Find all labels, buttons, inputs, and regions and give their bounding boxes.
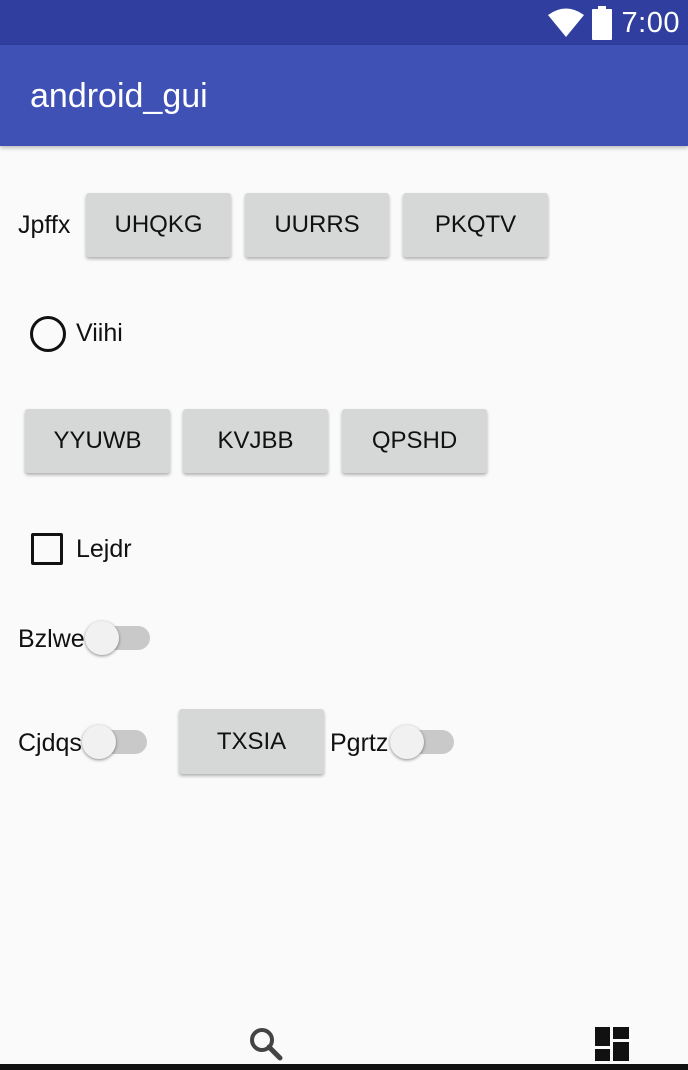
button-txsia[interactable]: TXSIA: [179, 709, 324, 774]
status-bar: 7:00: [0, 0, 688, 45]
button-uurrs[interactable]: UURRS: [245, 193, 389, 257]
switch-label-pgrtz: Pgrtz: [330, 729, 389, 757]
button-uhqkg[interactable]: UHQKG: [86, 193, 231, 257]
button-kvjbb[interactable]: KVJBB: [183, 409, 328, 473]
checkbox-box[interactable]: [31, 533, 63, 565]
wifi-icon: [547, 8, 584, 38]
nav-divider: [0, 1064, 688, 1070]
status-icons: 7:00: [547, 6, 680, 40]
bottom-nav: [0, 1000, 688, 1070]
switch-thumb[interactable]: [390, 725, 424, 759]
checkbox-label: Lejdr: [76, 535, 132, 563]
app-bar: android_gui: [0, 45, 688, 146]
app-title: android_gui: [30, 77, 208, 115]
switch-label-cjdqs: Cjdqs: [18, 729, 82, 757]
button-qpshd[interactable]: QPSHD: [342, 409, 487, 473]
switch-thumb[interactable]: [85, 621, 119, 655]
label-jpffx: Jpffx: [18, 211, 71, 239]
status-time: 7:00: [621, 6, 680, 39]
switch-thumb[interactable]: [82, 725, 116, 759]
switch-label-bzlwe: Bzlwe: [18, 625, 85, 653]
radio-label: Viihi: [76, 319, 123, 347]
dashboard-icon[interactable]: [595, 1027, 629, 1066]
button-yyuwb[interactable]: YYUWB: [25, 409, 170, 473]
search-icon[interactable]: [248, 1026, 284, 1067]
radio-button-circle[interactable]: [30, 316, 66, 352]
battery-icon: [591, 6, 612, 40]
button-pkqtv[interactable]: PKQTV: [403, 193, 548, 257]
